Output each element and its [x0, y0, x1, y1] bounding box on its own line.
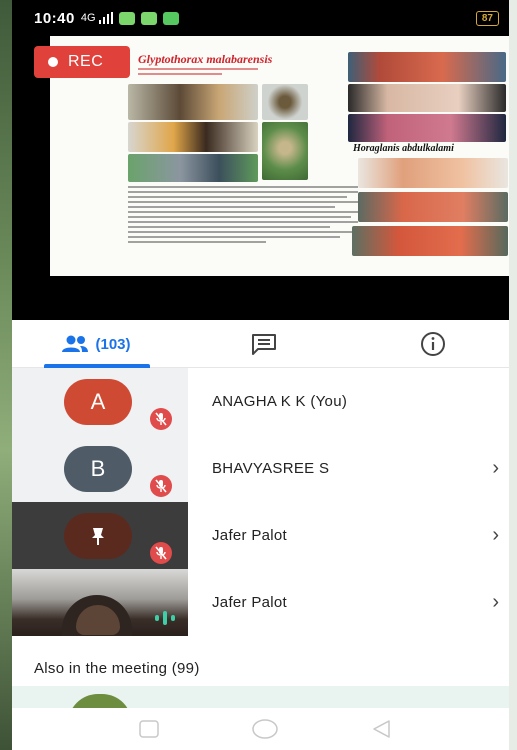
participant-tile	[12, 502, 188, 569]
fish-photo	[348, 84, 506, 112]
tab-info[interactable]	[348, 320, 517, 368]
background-photo-strip	[0, 0, 12, 750]
battery-indicator: 87	[475, 10, 499, 26]
fish-photo	[358, 158, 508, 188]
participant-video-tile	[12, 569, 188, 636]
slide-right-title: Horaglanis abdulkalami	[353, 143, 454, 154]
chevron-right-icon[interactable]: ›	[492, 457, 499, 480]
mic-off-icon	[150, 475, 172, 497]
tab-chat[interactable]	[180, 320, 348, 368]
recording-badge: REC	[34, 46, 130, 78]
back-button[interactable]	[371, 719, 391, 739]
mic-off-icon	[150, 542, 172, 564]
participant-name: Jafer Palot	[212, 527, 288, 544]
meet-app: 10:40 4G 87 Glyptothorax malabarensis Ho…	[12, 0, 517, 750]
status-time: 10:40	[34, 9, 75, 27]
fish-photo	[128, 84, 258, 120]
participant-tile: B	[12, 435, 188, 502]
participant-tile: A	[12, 368, 188, 435]
speaking-indicator-icon	[152, 605, 178, 631]
signal-bars-icon	[98, 12, 113, 24]
participant-row[interactable]: B BHAVYASREE S ›	[12, 435, 517, 502]
system-nav-bar	[12, 708, 517, 750]
mic-off-icon	[150, 408, 172, 430]
people-icon	[62, 335, 89, 352]
people-count: (103)	[95, 335, 131, 353]
fish-photo	[348, 52, 506, 82]
participant-row[interactable]: Jafer Palot ›	[12, 569, 517, 636]
home-button[interactable]	[251, 719, 278, 739]
chat-icon	[252, 334, 276, 355]
tab-people[interactable]: (103)	[12, 320, 180, 368]
square-icon	[138, 720, 159, 738]
status-bar: 10:40 4G 87	[12, 0, 517, 36]
back-triangle-icon	[372, 720, 390, 738]
slide-title: Glyptothorax malabarensis	[138, 52, 273, 66]
fish-photo	[128, 122, 258, 152]
recents-button[interactable]	[138, 720, 159, 738]
edge-strip	[509, 0, 517, 750]
avatar	[64, 513, 132, 559]
chevron-right-icon[interactable]: ›	[492, 591, 499, 614]
avatar: A	[64, 379, 132, 425]
notification-app-icon	[162, 11, 179, 25]
fish-photo	[348, 114, 506, 142]
participant-name: BHAVYASREE S	[212, 460, 330, 477]
chevron-right-icon[interactable]: ›	[492, 524, 499, 547]
recording-label: REC	[68, 53, 104, 70]
presentation-stage[interactable]: Glyptothorax malabarensis Horaglanis abd…	[12, 36, 517, 320]
slide-body-text	[128, 186, 358, 246]
participant-row[interactable]: Jafer Palot ›	[12, 502, 517, 569]
fish-photo	[352, 226, 508, 256]
notification-app-icon	[118, 11, 135, 25]
participant-row[interactable]: A ANAGHA K K (You)	[12, 368, 517, 435]
participant-name: Jafer Palot	[212, 594, 288, 611]
info-icon	[420, 332, 445, 356]
notification-app-icon	[140, 11, 157, 25]
fish-photo	[358, 192, 508, 222]
participant-name: ANAGHA K K (You)	[212, 393, 348, 410]
record-dot-icon	[48, 57, 58, 67]
avatar: B	[64, 446, 132, 492]
signal-indicator: 4G	[80, 12, 96, 24]
pin-icon	[92, 528, 104, 545]
also-in-meeting-label: Also in the meeting (99)	[34, 660, 200, 677]
participant-row[interactable]	[12, 686, 517, 724]
slide-subtitle	[138, 68, 258, 78]
fish-photo	[262, 122, 308, 180]
fish-photo	[262, 84, 308, 120]
circle-icon	[251, 719, 278, 739]
fish-photo	[128, 154, 258, 182]
tab-bar: (103)	[12, 320, 517, 368]
